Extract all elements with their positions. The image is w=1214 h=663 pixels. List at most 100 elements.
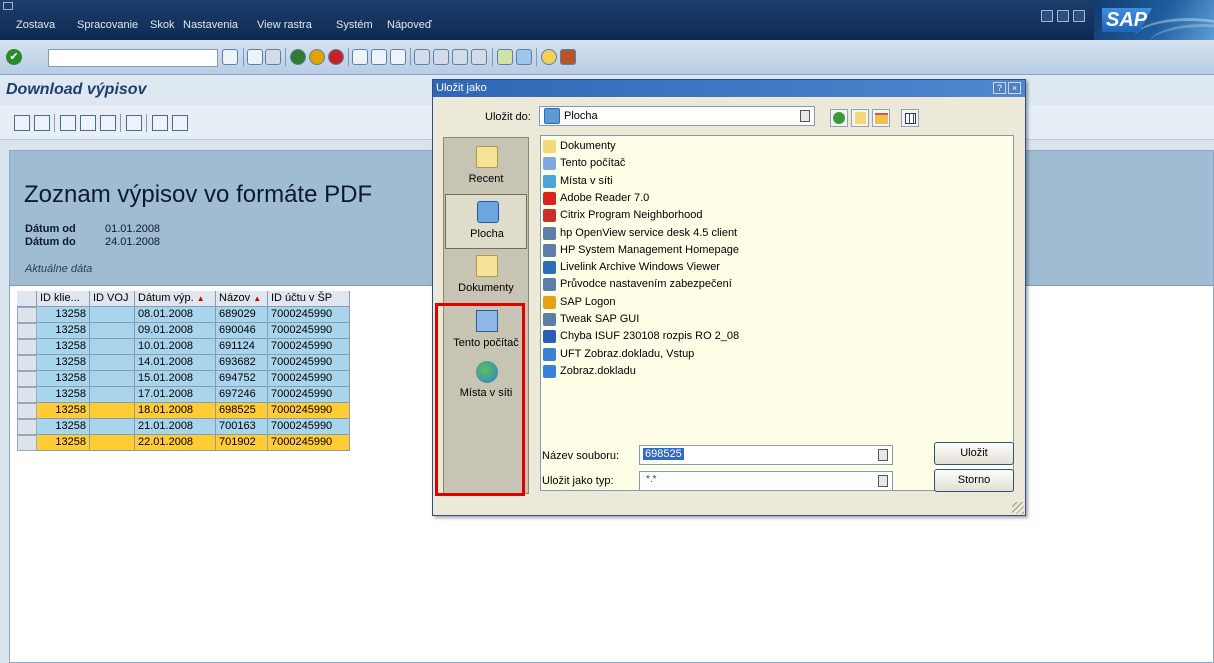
row-selector[interactable] (17, 387, 37, 403)
table-cell-voj[interactable] (90, 419, 135, 435)
file-list-item[interactable]: Citrix Program Neighborhood (543, 208, 843, 225)
last-page-icon[interactable] (471, 49, 487, 65)
enter-check-icon[interactable]: ✔ (6, 49, 22, 65)
place-dokumenty[interactable]: Dokumenty (445, 249, 527, 304)
table-cell-account[interactable]: 7000245990 (268, 339, 350, 355)
table-cell-id[interactable]: 13258 (37, 387, 90, 403)
table-cell-date[interactable]: 18.01.2008 (135, 403, 216, 419)
find-next-icon[interactable] (390, 49, 406, 65)
file-list-item[interactable]: UFT Zobraz.dokladu, Vstup (543, 347, 843, 364)
table-cell-date[interactable]: 21.01.2008 (135, 419, 216, 435)
table-cell-voj[interactable] (90, 403, 135, 419)
help-icon[interactable] (541, 49, 557, 65)
table-cell-name[interactable]: 694752 (216, 371, 268, 387)
row-selector[interactable] (17, 323, 37, 339)
file-list-item[interactable]: Livelink Archive Windows Viewer (543, 260, 843, 277)
file-list-item[interactable]: Tento počítač (543, 156, 843, 173)
table-cell-date[interactable]: 14.01.2008 (135, 355, 216, 371)
shortcut-icon[interactable] (516, 49, 532, 65)
row-selector[interactable] (17, 355, 37, 371)
details-icon[interactable] (14, 115, 30, 131)
column-header-datum[interactable]: Dátum výp. ▲ (135, 291, 216, 307)
table-cell-name[interactable]: 697246 (216, 387, 268, 403)
export-icon[interactable] (126, 115, 142, 131)
system-menu-icon[interactable] (3, 2, 13, 10)
table-cell-account[interactable]: 7000245990 (268, 419, 350, 435)
table-cell-id[interactable]: 13258 (37, 355, 90, 371)
save-button[interactable]: Uložit (934, 442, 1014, 465)
menu-system[interactable]: Systém (336, 19, 373, 31)
back-nav-button[interactable] (830, 109, 848, 127)
menu-view-rastra[interactable]: View rastra (257, 19, 312, 31)
chevron-down-icon[interactable] (800, 110, 810, 122)
column-header-id-uctu[interactable]: ID účtu v ŠP (268, 291, 350, 307)
table-cell-name[interactable]: 690046 (216, 323, 268, 339)
table-cell-account[interactable]: 7000245990 (268, 387, 350, 403)
table-cell-voj[interactable] (90, 435, 135, 451)
select-layout-icon[interactable] (172, 115, 188, 131)
grid-select-all-icon[interactable] (17, 291, 37, 307)
cancel-button[interactable]: Storno (934, 469, 1014, 492)
table-cell-name[interactable]: 700163 (216, 419, 268, 435)
table-cell-date[interactable]: 10.01.2008 (135, 339, 216, 355)
row-selector[interactable] (17, 339, 37, 355)
first-page-icon[interactable] (414, 49, 430, 65)
table-cell-account[interactable]: 7000245990 (268, 355, 350, 371)
print-icon[interactable] (352, 49, 368, 65)
find-icon[interactable] (371, 49, 387, 65)
row-selector[interactable] (17, 307, 37, 323)
table-cell-id[interactable]: 13258 (37, 371, 90, 387)
menu-nastavenia[interactable]: Nastavenia (183, 19, 238, 31)
table-cell-name[interactable]: 693682 (216, 355, 268, 371)
table-cell-name[interactable]: 701902 (216, 435, 268, 451)
save-in-dropdown[interactable]: Plocha (539, 106, 815, 126)
filename-input[interactable]: 698525 (639, 445, 893, 465)
menu-spracovanie[interactable]: Spracovanie (77, 19, 138, 31)
table-cell-account[interactable]: 7000245990 (268, 403, 350, 419)
row-selector[interactable] (17, 419, 37, 435)
column-header-id-voj[interactable]: ID VOJ (90, 291, 135, 307)
table-cell-date[interactable]: 15.01.2008 (135, 371, 216, 387)
next-page-icon[interactable] (452, 49, 468, 65)
table-cell-account[interactable]: 7000245990 (268, 371, 350, 387)
file-list-item[interactable]: Chyba ISUF 230108 rozpis RO 2_08 (543, 329, 843, 346)
row-selector[interactable] (17, 371, 37, 387)
file-list-item[interactable]: HP System Management Homepage (543, 243, 843, 260)
file-list-item[interactable]: SAP Logon (543, 295, 843, 312)
close-icon[interactable] (1073, 10, 1085, 22)
new-folder-button[interactable] (872, 109, 890, 127)
chevron-down-icon[interactable] (878, 475, 888, 487)
cancel-icon[interactable] (328, 49, 344, 65)
table-cell-name[interactable]: 691124 (216, 339, 268, 355)
table-cell-voj[interactable] (90, 387, 135, 403)
table-cell-date[interactable]: 09.01.2008 (135, 323, 216, 339)
new-session-icon[interactable] (497, 49, 513, 65)
table-cell-voj[interactable] (90, 339, 135, 355)
layout-menu-icon[interactable] (560, 49, 576, 65)
back-icon[interactable] (290, 49, 306, 65)
file-list-item[interactable]: Místa v síti (543, 174, 843, 191)
file-list-item[interactable]: Zobraz.dokladu (543, 364, 843, 381)
menu-napoved[interactable]: Nápoveď (387, 19, 432, 31)
table-cell-voj[interactable] (90, 355, 135, 371)
menu-zostava[interactable]: Zostava (16, 19, 55, 31)
select-all-icon[interactable] (34, 115, 50, 131)
table-cell-account[interactable]: 7000245990 (268, 323, 350, 339)
resize-grip-icon[interactable] (1012, 502, 1024, 514)
table-cell-date[interactable]: 08.01.2008 (135, 307, 216, 323)
command-field-input[interactable] (48, 49, 218, 67)
up-folder-button[interactable] (851, 109, 869, 127)
view-menu-button[interactable] (901, 109, 919, 127)
row-selector[interactable] (17, 403, 37, 419)
file-list-item[interactable]: hp OpenView service desk 4.5 client (543, 226, 843, 243)
table-cell-voj[interactable] (90, 307, 135, 323)
filter-icon[interactable] (100, 115, 116, 131)
dialog-help-icon[interactable]: ? (993, 82, 1006, 94)
file-list-item[interactable]: Dokumenty (543, 139, 843, 156)
table-cell-id[interactable]: 13258 (37, 419, 90, 435)
place-recent[interactable]: Recent (445, 140, 527, 195)
menu-skok[interactable]: Skok (150, 19, 174, 31)
row-selector[interactable] (17, 435, 37, 451)
place-plocha[interactable]: Plocha (445, 194, 527, 249)
table-cell-voj[interactable] (90, 371, 135, 387)
